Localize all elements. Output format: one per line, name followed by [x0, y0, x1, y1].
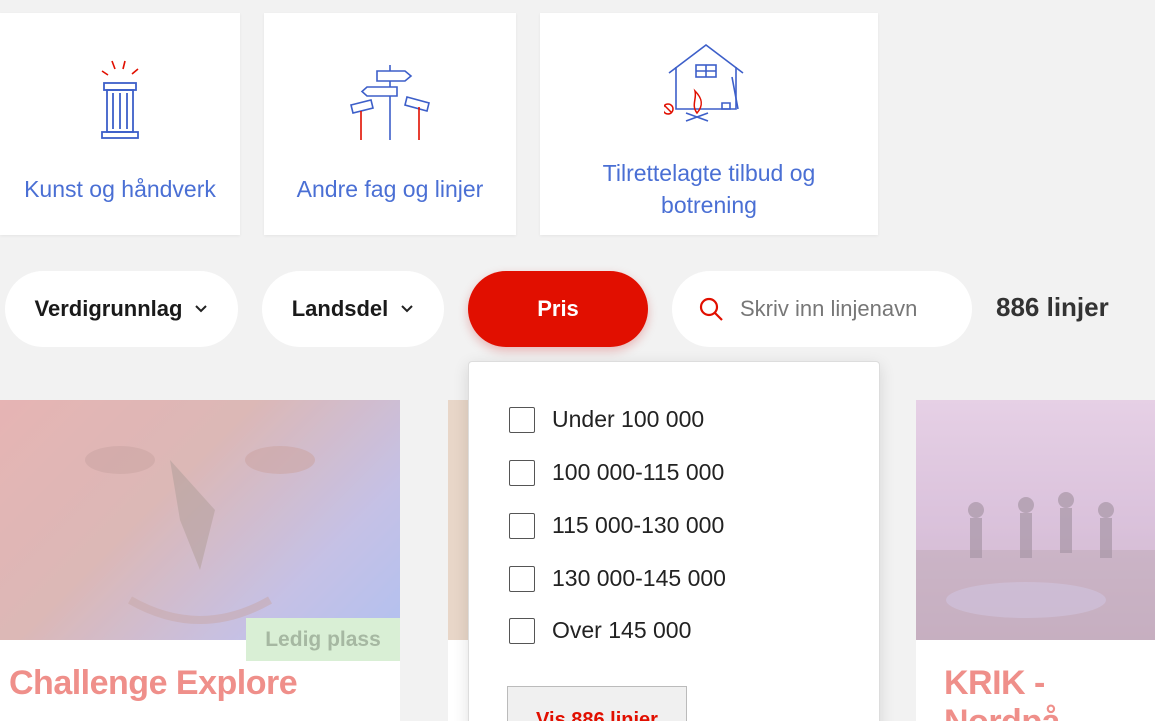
- program-title[interactable]: KRIK - Nordpå: [944, 664, 1155, 721]
- price-option[interactable]: Under 100 000: [509, 406, 704, 433]
- filter-verdigrunnlag[interactable]: Verdigrunnlag: [5, 271, 238, 347]
- house-campfire-icon: [664, 43, 744, 122]
- filter-pris[interactable]: Pris: [468, 271, 648, 347]
- option-label: Over 145 000: [552, 617, 692, 643]
- checkbox[interactable]: [509, 565, 535, 592]
- result-count: 886 linjer: [996, 292, 1109, 322]
- category-label: Andre fag og linjer: [296, 176, 484, 202]
- group-photo: [916, 492, 1155, 640]
- status-badge: Ledig plass: [246, 618, 400, 661]
- price-option[interactable]: 100 000-115 000: [509, 459, 724, 486]
- program-image: [0, 400, 400, 640]
- price-dropdown: Under 100 000 100 000-115 000 115 000-13…: [468, 361, 880, 721]
- program-image: [448, 400, 468, 640]
- category-label-line1: Tilrettelagte tilbud og: [602, 160, 816, 186]
- pillar-icon: [101, 60, 139, 139]
- option-label: 100 000-115 000: [552, 459, 725, 485]
- search-box[interactable]: [672, 271, 972, 347]
- program-title[interactable]: Challenge Explore: [9, 664, 298, 703]
- price-option[interactable]: 115 000-130 000: [509, 512, 724, 539]
- face-photo: [85, 446, 315, 624]
- search-input[interactable]: [740, 296, 950, 322]
- signpost-icon: [350, 65, 430, 140]
- option-label: 115 000-130 000: [552, 512, 725, 538]
- checkbox[interactable]: [509, 617, 535, 644]
- category-label: Kunst og håndverk: [24, 176, 216, 202]
- program-card[interactable]: [448, 400, 468, 721]
- option-label: Under 100 000: [552, 406, 705, 432]
- chevron-down-icon: [401, 305, 413, 313]
- search-icon: [699, 297, 723, 321]
- price-option[interactable]: Over 145 000: [509, 617, 691, 644]
- filter-label: Landsdel: [291, 296, 389, 321]
- category-card-kunst[interactable]: Kunst og håndverk: [0, 13, 240, 235]
- filter-label: Verdigrunnlag: [34, 296, 183, 321]
- option-label: 130 000-145 000: [552, 565, 726, 591]
- category-label-line2: botrening: [661, 192, 757, 218]
- category-card-andre-fag[interactable]: Andre fag og linjer: [264, 13, 516, 235]
- filter-label: Pris: [537, 296, 579, 321]
- program-image: [916, 400, 1155, 640]
- apply-filter-button[interactable]: Vis 886 linjer: [507, 686, 687, 721]
- price-option[interactable]: 130 000-145 000: [509, 565, 726, 592]
- chevron-down-icon: [195, 305, 208, 313]
- category-card-tilrettelagte[interactable]: Tilrettelagte tilbud og botrening: [540, 13, 878, 235]
- filter-landsdel[interactable]: Landsdel: [262, 271, 444, 347]
- checkbox[interactable]: [509, 406, 535, 433]
- checkbox[interactable]: [509, 512, 535, 539]
- checkbox[interactable]: [509, 459, 535, 486]
